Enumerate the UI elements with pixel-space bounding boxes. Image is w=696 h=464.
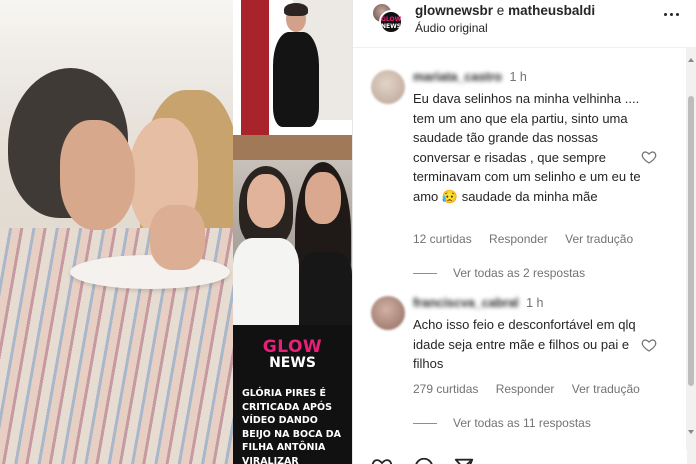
view-replies-label: Ver todas as 11 respostas (453, 416, 591, 430)
author-link[interactable]: glownewsbr (415, 3, 493, 18)
comment-username[interactable]: mariata_castro (413, 70, 502, 84)
glow-news-card: GLOW NEWS GLÓRIA PIRES É CRITICADA APÓS … (233, 325, 352, 464)
view-replies-button[interactable]: Ver todas as 11 respostas (413, 416, 591, 430)
comment-text: Acho isso feio e desconfortável em qlq i… (413, 317, 636, 371)
post-action-bar (353, 450, 687, 464)
comment-likes[interactable]: 12 curtidas (413, 232, 472, 246)
avatar[interactable]: GLOW NEWS (379, 10, 403, 34)
heart-icon[interactable] (641, 337, 657, 353)
avatar-news-text: NEWS (381, 23, 402, 30)
photo-mother-daughter-kiss (0, 0, 233, 464)
reply-button[interactable]: Responder (489, 232, 548, 246)
comment-username[interactable]: franciscva_cabral (413, 296, 519, 310)
post-media[interactable]: GLOW NEWS GLÓRIA PIRES É CRITICADA APÓS … (0, 0, 352, 464)
translate-button[interactable]: Ver tradução (565, 232, 633, 246)
scroll-thumb[interactable] (688, 96, 694, 386)
comment-item: franciscva_cabral 1 h Acho isso feio e d… (371, 296, 671, 456)
post-headline: GLÓRIA PIRES É CRITICADA APÓS VÍDEO DAND… (242, 388, 341, 464)
replies-divider (413, 423, 437, 425)
comment-header: franciscva_cabral 1 h (413, 296, 544, 310)
comment-actions: 12 curtidas Responder Ver tradução (413, 232, 647, 246)
scroll-down-arrow-icon[interactable] (688, 430, 694, 434)
avatar[interactable] (371, 70, 405, 104)
comments-scrollbar[interactable] (686, 48, 696, 464)
comment-time: 1 h (526, 296, 544, 310)
author-link[interactable]: matheusbaldi (508, 3, 595, 18)
comment-header: mariata_castro 1 h (413, 70, 527, 84)
view-replies-label: Ver todas as 2 respostas (453, 266, 586, 280)
heart-icon[interactable] (641, 149, 657, 165)
logo-glow-text: GLOW (262, 337, 323, 357)
photo-woman-black-dress (233, 0, 352, 160)
comment-icon[interactable] (413, 456, 435, 464)
view-replies-button[interactable]: Ver todas as 2 respostas (413, 266, 585, 280)
collab-avatars[interactable]: GLOW NEWS (371, 2, 405, 36)
comment-item: mariata_castro 1 h Eu dava selinhos na m… (371, 70, 671, 280)
comment-actions: 279 curtidas Responder Ver tradução (413, 382, 654, 396)
comment-time: 1 h (509, 70, 527, 84)
like-icon[interactable] (371, 456, 393, 464)
translate-button[interactable]: Ver tradução (572, 382, 640, 396)
post-header: GLOW NEWS glownewsbr e matheusbaldi Áudi… (353, 0, 696, 48)
comment-text: Eu dava selinhos na minha velhinha .... … (413, 91, 641, 204)
logo-news-text: NEWS (269, 355, 316, 371)
post-sidebar: GLOW NEWS glownewsbr e matheusbaldi Áudi… (352, 0, 696, 464)
glow-news-logo: GLOW NEWS (233, 339, 352, 371)
avatar-glow-text: GLOW (381, 16, 402, 23)
photo-two-women (233, 160, 352, 325)
audio-link[interactable]: Áudio original (415, 21, 488, 35)
post-authors: glownewsbr e matheusbaldi (415, 3, 595, 18)
avatar[interactable] (371, 296, 405, 330)
replies-divider (413, 273, 437, 275)
reply-button[interactable]: Responder (496, 382, 555, 396)
author-conjunction: e (496, 3, 505, 18)
more-options-icon[interactable] (663, 6, 681, 24)
share-icon[interactable] (453, 456, 475, 464)
scroll-up-arrow-icon[interactable] (688, 58, 694, 62)
comment-likes[interactable]: 279 curtidas (413, 382, 478, 396)
comments-list: mariata_castro 1 h Eu dava selinhos na m… (353, 48, 687, 464)
